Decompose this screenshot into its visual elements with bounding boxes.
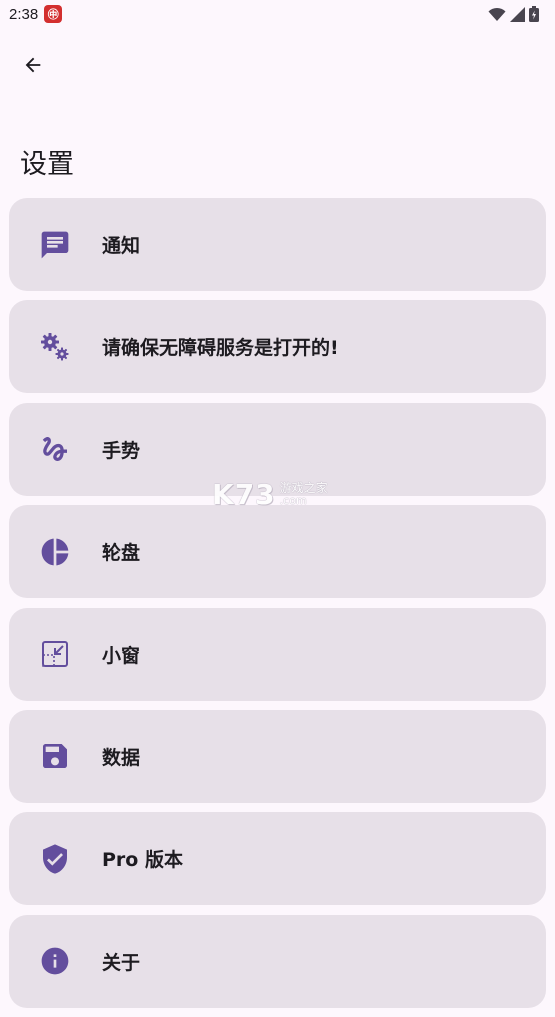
settings-item-label: 关于	[102, 951, 141, 974]
settings-item-about[interactable]: 关于	[9, 914, 546, 1008]
settings-item-label: 轮盘	[102, 542, 141, 565]
settings-item-label: 手势	[102, 439, 141, 462]
status-right	[488, 6, 539, 22]
info-icon	[39, 945, 71, 977]
settings-item-notification[interactable]: 通知	[9, 198, 546, 291]
arrow-back-icon	[25, 57, 41, 73]
status-left: 2:38 ㊥	[9, 5, 63, 23]
settings-item-pro[interactable]: Pro 版本	[9, 812, 546, 906]
settings-item-data[interactable]: 数据	[9, 709, 546, 803]
watermark-line2: .com	[279, 494, 307, 508]
watermark-logo: K73	[212, 478, 276, 511]
settings-item-label: Pro 版本	[102, 849, 183, 872]
save-icon	[39, 740, 71, 772]
gesture-icon	[39, 433, 71, 465]
battery-icon	[529, 6, 539, 22]
wifi-icon	[488, 7, 506, 21]
settings-item-accessibility[interactable]: 请确保无障碍服务是打开的!	[9, 300, 546, 394]
settings-item-label: 通知	[102, 235, 141, 257]
pie-chart-icon	[39, 536, 71, 568]
settings-item-wheel[interactable]: 轮盘	[9, 505, 546, 599]
watermark: K73 游戏之家 .com	[212, 478, 328, 511]
settings-item-label: 请确保无障碍服务是打开的!	[102, 337, 339, 360]
status-time: 2:38	[9, 5, 39, 23]
page-title: 设置	[20, 149, 74, 180]
signal-icon	[510, 6, 525, 22]
settings-item-label: 小窗	[102, 644, 141, 667]
picture-in-picture-icon	[39, 638, 71, 670]
app-notification-icon: ㊥	[44, 5, 63, 23]
settings-list: 通知 请确保无障碍服务是打开的! 手势 轮盘 小窗 数据 Pro 版本 关于	[9, 198, 546, 1017]
settings-item-label: 数据	[102, 746, 141, 769]
verified-shield-icon	[39, 843, 71, 875]
message-icon	[39, 229, 71, 261]
watermark-text: 游戏之家 .com	[279, 481, 328, 508]
gears-icon	[39, 331, 71, 363]
settings-item-small-window[interactable]: 小窗	[9, 607, 546, 701]
status-bar: 2:38 ㊥	[0, 0, 555, 28]
back-button[interactable]	[14, 46, 52, 84]
